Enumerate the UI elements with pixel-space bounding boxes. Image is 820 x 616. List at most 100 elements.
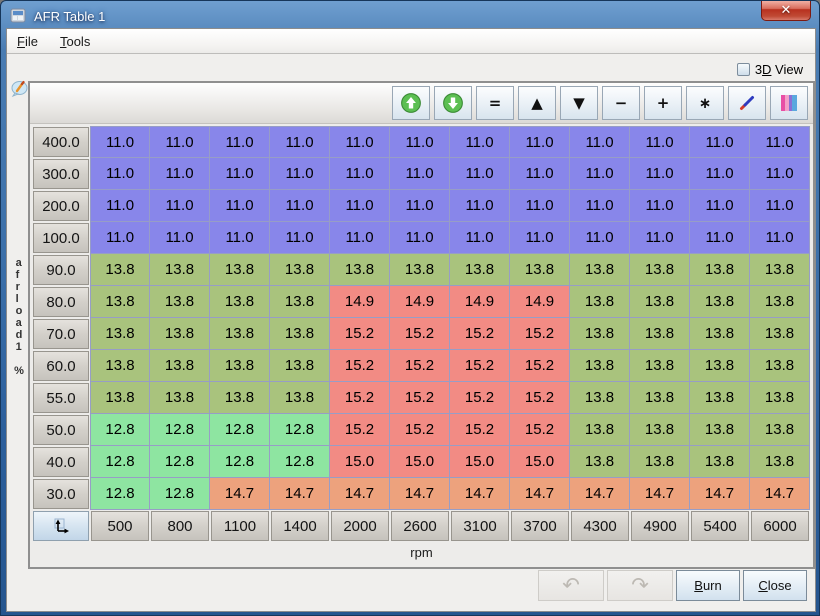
table-cell-r11-c4[interactable]: 14.7 [330,478,390,510]
table-cell-r0-c10[interactable]: 11.0 [690,126,750,158]
table-cell-r11-c7[interactable]: 14.7 [510,478,570,510]
table-cell-r10-c3[interactable]: 12.8 [270,446,330,478]
table-cell-r4-c11[interactable]: 13.8 [750,254,810,286]
table-cell-r11-c2[interactable]: 14.7 [210,478,270,510]
table-cell-r8-c7[interactable]: 15.2 [510,382,570,414]
table-cell-r5-c6[interactable]: 14.9 [450,286,510,318]
table-cell-r5-c8[interactable]: 13.8 [570,286,630,318]
table-cell-r2-c9[interactable]: 11.0 [630,190,690,222]
table-cell-r5-c11[interactable]: 13.8 [750,286,810,318]
decrement-button[interactable]: ▼ [560,86,598,120]
burn-button[interactable]: Burn [676,570,740,601]
table-cell-r4-c8[interactable]: 13.8 [570,254,630,286]
table-cell-r10-c5[interactable]: 15.0 [390,446,450,478]
table-cell-r3-c3[interactable]: 11.0 [270,222,330,254]
table-cell-r9-c5[interactable]: 15.2 [390,414,450,446]
table-cell-r6-c10[interactable]: 13.8 [690,318,750,350]
table-cell-r7-c10[interactable]: 13.8 [690,350,750,382]
table-cell-r10-c7[interactable]: 15.0 [510,446,570,478]
table-cell-r10-c9[interactable]: 13.8 [630,446,690,478]
table-cell-r8-c10[interactable]: 13.8 [690,382,750,414]
undo-button[interactable]: ↶ [538,570,604,601]
redo-button[interactable]: ↷ [607,570,673,601]
x-axis-bin-2600[interactable]: 2600 [391,511,449,541]
table-cell-r5-c4[interactable]: 14.9 [330,286,390,318]
table-cell-r0-c2[interactable]: 11.0 [210,126,270,158]
table-cell-r11-c11[interactable]: 14.7 [750,478,810,510]
table-cell-r5-c5[interactable]: 14.9 [390,286,450,318]
table-cell-r9-c3[interactable]: 12.8 [270,414,330,446]
table-cell-r3-c9[interactable]: 11.0 [630,222,690,254]
table-cell-r10-c6[interactable]: 15.0 [450,446,510,478]
x-axis-bin-4300[interactable]: 4300 [571,511,629,541]
table-cell-r1-c3[interactable]: 11.0 [270,158,330,190]
table-cell-r3-c2[interactable]: 11.0 [210,222,270,254]
table-cell-r0-c8[interactable]: 11.0 [570,126,630,158]
table-cell-r4-c7[interactable]: 13.8 [510,254,570,286]
table-cell-r6-c0[interactable]: 13.8 [90,318,150,350]
table-cell-r9-c1[interactable]: 12.8 [150,414,210,446]
y-axis-bin-30.0[interactable]: 30.0 [33,479,89,509]
table-cell-r11-c3[interactable]: 14.7 [270,478,330,510]
table-cell-r2-c1[interactable]: 11.0 [150,190,210,222]
title-bar[interactable]: AFR Table 1 ✕ [1,1,819,28]
table-cell-r1-c8[interactable]: 11.0 [570,158,630,190]
y-axis-bin-55.0[interactable]: 55.0 [33,383,89,413]
table-cell-r4-c6[interactable]: 13.8 [450,254,510,286]
table-cell-r8-c4[interactable]: 15.2 [330,382,390,414]
menu-item-file[interactable]: File [17,34,38,49]
table-cell-r10-c2[interactable]: 12.8 [210,446,270,478]
table-cell-r2-c8[interactable]: 11.0 [570,190,630,222]
table-cell-r10-c11[interactable]: 13.8 [750,446,810,478]
set-equal-button[interactable]: = [476,86,514,120]
table-cell-r3-c1[interactable]: 11.0 [150,222,210,254]
multiply-button[interactable]: ∗ [686,86,724,120]
close-window-button[interactable]: ✕ [761,1,811,21]
table-cell-r9-c4[interactable]: 15.2 [330,414,390,446]
x-axis-bin-1100[interactable]: 1100 [211,511,269,541]
x-axis-bin-4900[interactable]: 4900 [631,511,689,541]
table-cell-r7-c1[interactable]: 13.8 [150,350,210,382]
table-cell-r1-c10[interactable]: 11.0 [690,158,750,190]
table-cell-r8-c1[interactable]: 13.8 [150,382,210,414]
table-cell-r0-c9[interactable]: 11.0 [630,126,690,158]
table-cell-r2-c4[interactable]: 11.0 [330,190,390,222]
table-cell-r7-c2[interactable]: 13.8 [210,350,270,382]
table-cell-r6-c3[interactable]: 13.8 [270,318,330,350]
x-axis-bin-5400[interactable]: 5400 [691,511,749,541]
table-cell-r5-c1[interactable]: 13.8 [150,286,210,318]
close-button[interactable]: Close [743,570,807,601]
table-cell-r11-c5[interactable]: 14.7 [390,478,450,510]
table-cell-r9-c7[interactable]: 15.2 [510,414,570,446]
y-axis-bin-60.0[interactable]: 60.0 [33,351,89,381]
y-axis-bin-70.0[interactable]: 70.0 [33,319,89,349]
table-cell-r9-c11[interactable]: 13.8 [750,414,810,446]
table-cell-r2-c5[interactable]: 11.0 [390,190,450,222]
table-cell-r0-c11[interactable]: 11.0 [750,126,810,158]
table-cell-r10-c0[interactable]: 12.8 [90,446,150,478]
table-cell-r4-c10[interactable]: 13.8 [690,254,750,286]
y-axis-bin-80.0[interactable]: 80.0 [33,287,89,317]
color-palette-button[interactable] [770,86,808,120]
table-cell-r0-c5[interactable]: 11.0 [390,126,450,158]
scale-down-button[interactable] [434,86,472,120]
table-cell-r4-c4[interactable]: 13.8 [330,254,390,286]
table-cell-r10-c10[interactable]: 13.8 [690,446,750,478]
table-cell-r7-c5[interactable]: 15.2 [390,350,450,382]
y-axis-bin-40.0[interactable]: 40.0 [33,447,89,477]
table-cell-r1-c0[interactable]: 11.0 [90,158,150,190]
table-cell-r8-c3[interactable]: 13.8 [270,382,330,414]
y-axis-bin-50.0[interactable]: 50.0 [33,415,89,445]
table-cell-r3-c4[interactable]: 11.0 [330,222,390,254]
table-cell-r11-c1[interactable]: 12.8 [150,478,210,510]
table-cell-r5-c2[interactable]: 13.8 [210,286,270,318]
table-cell-r1-c11[interactable]: 11.0 [750,158,810,190]
y-axis-bin-300.0[interactable]: 300.0 [33,159,89,189]
table-cell-r8-c5[interactable]: 15.2 [390,382,450,414]
table-cell-r6-c1[interactable]: 13.8 [150,318,210,350]
add-button[interactable]: + [644,86,682,120]
table-cell-r5-c0[interactable]: 13.8 [90,286,150,318]
x-axis-bin-3700[interactable]: 3700 [511,511,569,541]
table-cell-r10-c4[interactable]: 15.0 [330,446,390,478]
table-cell-r0-c3[interactable]: 11.0 [270,126,330,158]
